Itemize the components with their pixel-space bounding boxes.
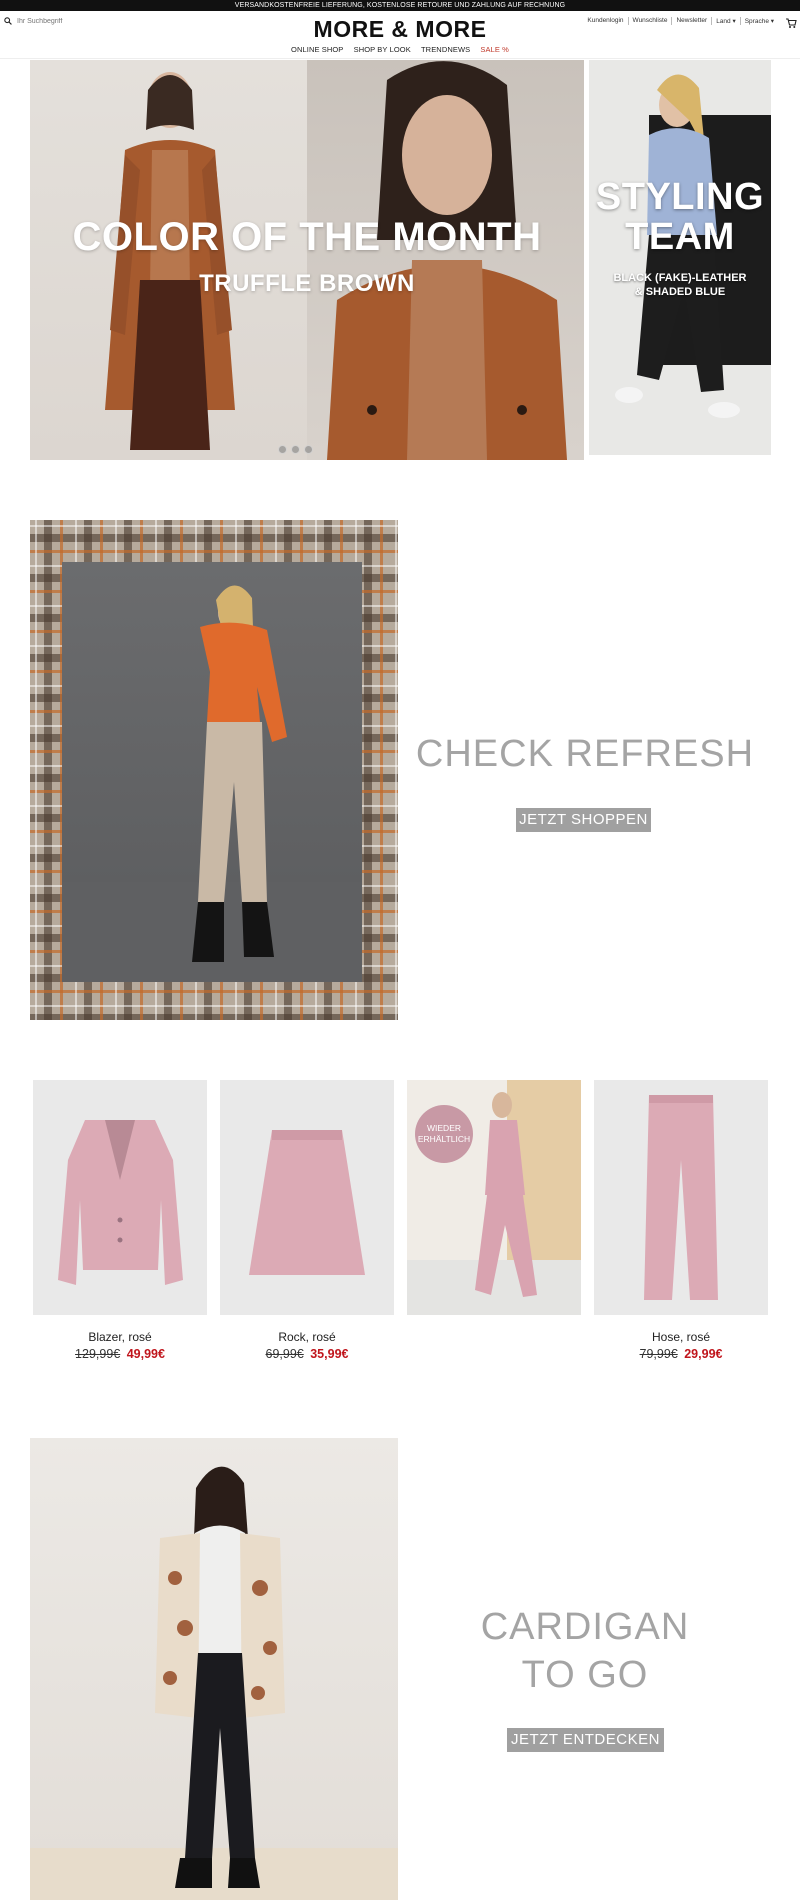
site-header: MORE & MORE ONLINE SHOP SHOP BY LOOK TRE…: [0, 11, 800, 59]
sale-price: 29,99€: [684, 1347, 723, 1361]
old-price: 129,99€: [75, 1347, 121, 1361]
utility-nav: Kundenlogin Wunschliste Newsletter Land …: [583, 17, 778, 25]
styling-subtitle-line1: BLACK (FAKE)-LEATHER: [613, 272, 747, 284]
product-card[interactable]: Rock, rosé 69,99€ 35,99€: [220, 1080, 394, 1361]
promo-text: VERSANDKOSTENFREIE LIEFERUNG, KOSTENLOSE…: [234, 2, 566, 9]
product-price: 79,99€ 29,99€: [594, 1347, 768, 1361]
hero-image-left: [30, 60, 307, 460]
product-card[interactable]: Hose, rosé 79,99€ 29,99€: [594, 1080, 768, 1361]
model-figure-cardigan: [30, 1466, 398, 1900]
back-in-stock-badge: WIEDER ERHÄLTLICH: [415, 1105, 473, 1163]
hero-banner[interactable]: COLOR OF THE MONTH TRUFFLE BROWN: [30, 60, 584, 460]
cardigan-title: CARDIGAN TO GO: [400, 1603, 770, 1699]
product-name[interactable]: Blazer, rosé: [33, 1330, 207, 1344]
nav-sale[interactable]: SALE %: [480, 45, 509, 54]
model-photo-frame: [62, 562, 362, 982]
product-card[interactable]: WIEDER ERHÄLTLICH: [407, 1080, 581, 1315]
skirt-illustration: [249, 1130, 365, 1275]
blazer-illustration: [58, 1120, 183, 1285]
product-name[interactable]: Rock, rosé: [220, 1330, 394, 1344]
nav-shop-by-look[interactable]: SHOP BY LOOK: [354, 45, 411, 54]
styling-team-teaser[interactable]: STYLING TEAM BLACK (FAKE)-LEATHER & SHAD…: [589, 60, 771, 455]
trousers-illustration: [644, 1095, 718, 1300]
product-price: 69,99€ 35,99€: [220, 1347, 394, 1361]
product-row: Blazer, rosé 129,99€ 49,99€ Rock, rosé 6…: [33, 1080, 768, 1380]
nav-online-shop[interactable]: ONLINE SHOP: [291, 45, 343, 54]
main-nav: ONLINE SHOP SHOP BY LOOK TRENDNEWS SALE …: [0, 45, 800, 54]
wishlist-link[interactable]: Wunschliste: [629, 17, 673, 25]
cardigan-image[interactable]: [30, 1438, 398, 1900]
styling-title-line1: STYLING: [595, 176, 765, 218]
nav-trendnews[interactable]: TRENDNEWS: [421, 45, 470, 54]
product-price: 129,99€ 49,99€: [33, 1347, 207, 1361]
model-figure-left: [105, 72, 235, 450]
product-image[interactable]: [220, 1080, 394, 1315]
check-refresh-image[interactable]: [30, 520, 398, 1020]
cart-icon[interactable]: [785, 17, 797, 29]
country-selector[interactable]: Land ▾: [712, 17, 741, 25]
language-selector[interactable]: Sprache ▾: [741, 17, 778, 25]
styling-subtitle: BLACK (FAKE)-LEATHER & SHADED BLUE: [589, 271, 771, 299]
promo-bar: VERSANDKOSTENFREIE LIEFERUNG, KOSTENLOSE…: [0, 0, 800, 11]
shop-now-button[interactable]: JETZT SHOPPEN: [516, 808, 651, 832]
check-refresh-title: CHECK REFRESH: [415, 733, 755, 775]
styling-subtitle-line2: & SHADED BLUE: [634, 286, 726, 298]
old-price: 69,99€: [265, 1347, 304, 1361]
model-figure-right: [327, 61, 567, 460]
styling-title: STYLING TEAM: [589, 177, 771, 257]
hero-title: COLOR OF THE MONTH: [72, 215, 542, 259]
newsletter-link[interactable]: Newsletter: [672, 17, 713, 25]
product-image[interactable]: [33, 1080, 207, 1315]
styling-title-line2: TEAM: [625, 216, 735, 258]
sale-price: 35,99€: [310, 1347, 349, 1361]
cardigan-title-line2: TO GO: [521, 1654, 649, 1696]
product-name[interactable]: Hose, rosé: [594, 1330, 768, 1344]
cardigan-title-line1: CARDIGAN: [480, 1606, 690, 1648]
carousel-dots: [278, 445, 313, 454]
carousel-dot[interactable]: [278, 445, 287, 454]
discover-now-button[interactable]: JETZT ENTDECKEN: [507, 1728, 664, 1752]
product-image[interactable]: WIEDER ERHÄLTLICH: [407, 1080, 581, 1315]
product-card[interactable]: Blazer, rosé 129,99€ 49,99€: [33, 1080, 207, 1361]
old-price: 79,99€: [639, 1347, 678, 1361]
carousel-dot[interactable]: [304, 445, 313, 454]
sale-price: 49,99€: [126, 1347, 165, 1361]
hero-subtitle: TRUFFLE BROWN: [199, 270, 415, 297]
hero-image-right: [307, 60, 584, 460]
carousel-dot[interactable]: [291, 445, 300, 454]
customer-login-link[interactable]: Kundenlogin: [583, 17, 629, 25]
product-image[interactable]: [594, 1080, 768, 1315]
model-figure-check: [62, 585, 362, 982]
